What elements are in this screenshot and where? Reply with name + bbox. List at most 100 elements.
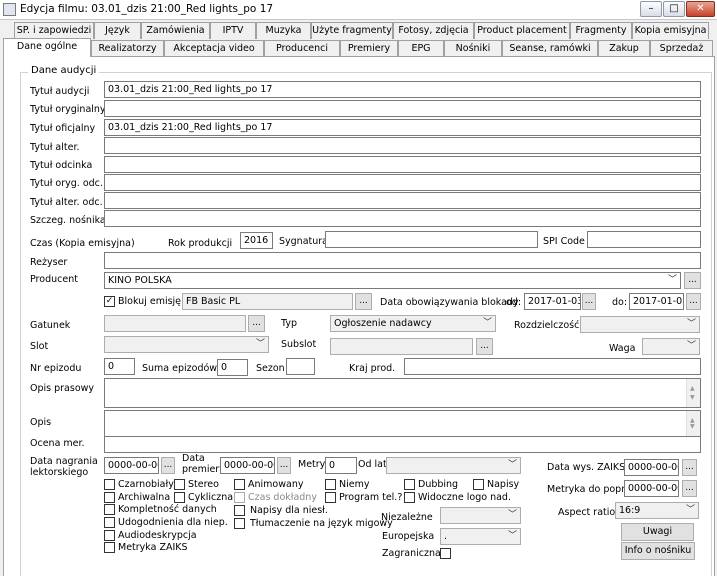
producent-select[interactable]: KINO POLSKA ﹀ (104, 272, 681, 289)
tab-sp-zapowiedzi[interactable]: SP. i zapowiedzi (14, 22, 94, 39)
tab-fotosy[interactable]: Fotosy, zdjęcia (393, 22, 474, 39)
info-o-nosniku-button[interactable]: Info o nośniku (621, 542, 695, 560)
ocena-mer-input[interactable] (104, 436, 701, 453)
tab-realizatorzy[interactable]: Realizatorzy (91, 40, 164, 57)
kompletnosc-checkbox[interactable] (104, 504, 115, 515)
data-premiery-input[interactable]: 0000-00-00 (220, 457, 275, 474)
widoczne-logo-checkbox[interactable] (404, 492, 415, 503)
opis-prasowy-textarea[interactable]: ▲ ▼ (104, 378, 701, 408)
napisy-label: Napisy (487, 479, 520, 490)
spi-code-input[interactable] (587, 231, 701, 248)
suma-epizodow-input[interactable]: 0 (217, 359, 248, 376)
metryka-zaiks-label: Metryka ZAIKS (118, 542, 188, 553)
zagraniczna-checkbox[interactable] (440, 548, 451, 559)
tab-dane-ogolne[interactable]: Dane ogólne (3, 38, 91, 57)
tab-muzyka[interactable]: Muzyka (256, 22, 311, 39)
tab-uzyte-fragmenty[interactable]: Użyte fragmenty (311, 22, 393, 39)
maximize-button[interactable]: □ (663, 1, 685, 17)
niezalezne-select[interactable]: ﹀ (440, 507, 521, 524)
data-wys-zaiks-input[interactable]: 0000-00-00 (624, 459, 679, 476)
audiodeskrypcja-checkbox[interactable] (104, 530, 115, 541)
tytul-alter-input[interactable] (104, 137, 701, 154)
czas-dokladny-checkbox[interactable] (234, 492, 245, 503)
animowany-checkbox[interactable] (234, 479, 245, 490)
tab-seanse-ramowki[interactable]: Seanse, ramówki (502, 40, 598, 57)
stereo-checkbox[interactable] (174, 479, 185, 490)
sygnatura-input[interactable] (325, 231, 538, 248)
niemy-checkbox[interactable] (325, 479, 336, 490)
minimize-button[interactable]: – (640, 1, 662, 17)
blokuj-emisje-checkbox[interactable]: ✓ (104, 296, 115, 307)
producent-browse-button[interactable]: ... (684, 272, 701, 289)
nr-epizodu-input[interactable]: 0 (104, 358, 135, 375)
tytul-oryginalny-input[interactable] (104, 100, 701, 117)
data-nagrania-button[interactable]: ... (161, 457, 175, 474)
tab-fragmenty[interactable]: Fragmenty (570, 22, 632, 39)
data-nagrania-input[interactable]: 0000-00-00 (104, 457, 159, 474)
close-button[interactable]: ✕ (686, 1, 715, 17)
europejska-select[interactable]: . ﹀ (440, 528, 521, 545)
scrollbar[interactable]: ▲ ▼ (686, 411, 700, 436)
tytul-oficjalny-input[interactable]: 03.01_dzis 21:00_Red lights_po 17 (104, 119, 701, 136)
tlumaczenie-label: Tłumaczenie na język migowy (250, 518, 393, 529)
metryka-do-popr-input[interactable]: 0000-00-00 (624, 480, 679, 497)
rozdzielczosc-select[interactable]: ﹀ (580, 316, 700, 333)
slot-select[interactable]: ﹀ (104, 336, 269, 353)
blokuj-browse-button[interactable]: ... (355, 293, 372, 310)
tytul-alter-odc-input[interactable] (104, 192, 701, 209)
tab-producenci[interactable]: Producenci (264, 40, 340, 57)
cykliczna-checkbox[interactable] (174, 492, 185, 503)
rezyser-input[interactable] (104, 252, 701, 269)
od-lat-select[interactable]: ﹀ (386, 457, 521, 474)
typ-select[interactable]: Ogłoszenie nadawcy ﹀ (330, 315, 496, 332)
tab-jezyk[interactable]: Język (94, 22, 141, 39)
tab-zamowienia[interactable]: Zamówienia (141, 22, 210, 39)
tab-iptv[interactable]: IPTV (210, 22, 256, 39)
waga-select[interactable]: ﹀ (642, 338, 700, 355)
szczeg-nosnika-input[interactable] (104, 210, 701, 227)
gatunek-input[interactable] (104, 315, 246, 332)
archiwalna-checkbox[interactable] (104, 492, 115, 503)
tlumaczenie-checkbox[interactable] (234, 518, 245, 529)
aspect-ratio-select[interactable]: 16:9 ﹀ (615, 502, 699, 519)
udogodnienia-checkbox[interactable] (104, 517, 115, 528)
tab-akceptacja-video[interactable]: Akceptacja video (164, 40, 264, 57)
label-rok-produkcji: Rok produkcji (168, 238, 233, 249)
dubbing-checkbox[interactable] (404, 479, 415, 490)
subslot-browse-button[interactable]: ... (476, 338, 493, 355)
data-wys-zaiks-button[interactable]: ... (682, 459, 697, 476)
subslot-input[interactable] (330, 338, 473, 355)
chevron-down-icon: ﹀ (685, 505, 695, 515)
napisy-checkbox[interactable] (473, 479, 484, 490)
tab-nosniki[interactable]: Nośniki (444, 40, 502, 57)
tab-epg[interactable]: EPG (398, 40, 444, 57)
opis-textarea[interactable]: ▲ ▼ (104, 410, 701, 437)
blokada-do-input[interactable]: 2017-01-03 (629, 293, 684, 310)
tab-premiery[interactable]: Premiery (340, 40, 398, 57)
tytul-audycji-input[interactable]: 03.01_dzis 21:00_Red lights_po 17 (104, 81, 701, 98)
program-tel-checkbox[interactable] (325, 492, 336, 503)
scrollbar[interactable]: ▲ ▼ (686, 379, 700, 407)
metryka-zaiks-checkbox[interactable] (104, 542, 115, 553)
czarnobialy-checkbox[interactable] (104, 479, 115, 490)
metryka-do-popr-button[interactable]: ... (682, 480, 697, 497)
tab-zakup[interactable]: Zakup (598, 40, 650, 57)
tab-sprzedaz[interactable]: Sprzedaż (650, 40, 713, 57)
rok-produkcji-input[interactable]: 2016 (240, 232, 273, 249)
czarnobialy-label: Czarnobiały (118, 479, 174, 490)
data-premiery-button[interactable]: ... (277, 457, 291, 474)
blokada-do-button[interactable]: ... (686, 293, 701, 310)
kraj-prod-input[interactable] (404, 358, 701, 375)
tytul-oryg-odc-input[interactable] (104, 174, 701, 191)
tab-product-placement[interactable]: Product placement (474, 22, 570, 39)
tytul-odcinka-input[interactable] (104, 156, 701, 173)
uwagi-button[interactable]: Uwagi (621, 523, 694, 541)
sezon-input[interactable] (286, 358, 315, 375)
blokada-od-input[interactable]: 2017-01-03 (524, 293, 581, 310)
metry-input[interactable]: 0 (325, 457, 357, 474)
napisy-niesl-checkbox[interactable] (234, 505, 245, 516)
gatunek-browse-button[interactable]: ... (248, 315, 265, 332)
blokada-od-button[interactable]: ... (582, 293, 596, 310)
tab-kopia-emisyjna[interactable]: Kopia emisyjna (632, 22, 709, 39)
blokuj-emisje-input[interactable]: FB Basic PL (182, 293, 353, 310)
